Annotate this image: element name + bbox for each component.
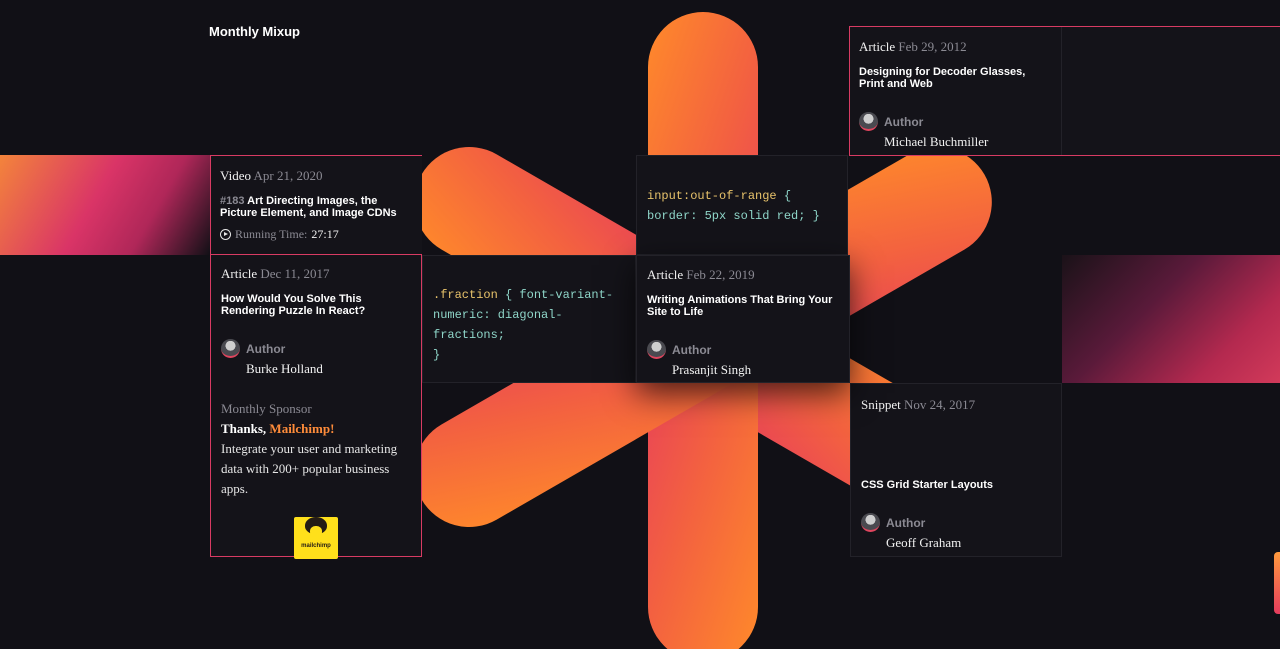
card-meta: Article Dec 11, 2017 — [221, 266, 411, 282]
code-brace-open: { — [776, 189, 792, 203]
code-snippet: input:out-of-range { border: 5px solid r… — [647, 186, 837, 226]
author-block: Author Geoff Graham — [861, 513, 1051, 551]
sponsor-brand-link[interactable]: Mailchimp! — [269, 421, 334, 436]
runtime-value: 27:17 — [311, 227, 339, 241]
card-date: Nov 24, 2017 — [903, 397, 976, 412]
author-label: Author — [884, 114, 924, 129]
card-type: Article — [221, 266, 258, 281]
card-type: Article — [647, 267, 684, 282]
sponsor-thanks-prefix: Thanks, — [221, 421, 270, 436]
code-brace-close: } — [805, 209, 820, 223]
sponsor-label: Monthly Sponsor — [221, 401, 312, 416]
article-card-animations[interactable]: Article Feb 22, 2019 Writing Animations … — [636, 255, 850, 383]
author-label: Author — [672, 342, 712, 357]
code-selector: .fraction — [433, 288, 498, 302]
article-title[interactable]: Writing Animations That Bring Your Site … — [647, 294, 839, 318]
runtime-label: Running Time: — [235, 227, 308, 241]
card-type: Article — [859, 39, 896, 54]
card-meta: Article Feb 29, 2012 — [859, 39, 1270, 55]
author-block: Author Michael Buchmiller — [859, 112, 1270, 150]
episode-number: #183 — [220, 195, 245, 207]
avatar — [221, 339, 240, 358]
video-thumbnail[interactable] — [0, 155, 210, 255]
snippet-card-grid[interactable]: Snippet Nov 24, 2017 CSS Grid Starter La… — [850, 383, 1062, 557]
code-declaration: border: 5px solid red; — [647, 209, 806, 223]
author-name[interactable]: Prasanjit Singh — [672, 362, 839, 378]
card-divider — [1061, 27, 1062, 155]
code-snippet: .fraction { font-variant-numeric: diagon… — [433, 285, 623, 365]
avatar — [861, 513, 880, 532]
section-title: Monthly Mixup — [209, 24, 300, 39]
sponsor-text: Integrate your user and marketing data w… — [221, 441, 398, 496]
author-block: Author Burke Holland — [221, 339, 411, 377]
code-card-range[interactable]: input:out-of-range { border: 5px solid r… — [636, 155, 848, 255]
code-brace-open: { — [497, 288, 520, 302]
card-date: Apr 21, 2020 — [253, 168, 323, 183]
sponsor-thanks: Thanks, Mailchimp! — [221, 419, 411, 439]
avatar — [859, 112, 878, 131]
author-name[interactable]: Michael Buchmiller — [884, 134, 1270, 150]
decorative-gradient-block — [1062, 255, 1280, 383]
mailchimp-freddie-icon — [305, 517, 327, 537]
card-type: Snippet — [861, 397, 901, 412]
sponsor-block: Monthly Sponsor Thanks, Mailchimp! Integ… — [221, 399, 411, 559]
card-date: Dec 11, 2017 — [260, 266, 330, 281]
author-name[interactable]: Burke Holland — [246, 361, 411, 377]
scroll-tab[interactable] — [1274, 552, 1280, 614]
card-meta: Snippet Nov 24, 2017 — [861, 397, 1051, 413]
card-meta: Video Apr 21, 2020 — [220, 168, 412, 184]
code-selector: input:out-of-range — [647, 189, 777, 203]
snippet-title[interactable]: CSS Grid Starter Layouts — [861, 479, 1051, 491]
card-date: Feb 29, 2012 — [898, 39, 967, 54]
article-title[interactable]: How Would You Solve This Rendering Puzzl… — [221, 293, 411, 317]
card-type: Video — [220, 168, 251, 183]
running-time: Running Time: 27:17 — [220, 227, 412, 242]
video-card[interactable]: Video Apr 21, 2020 #183 Art Directing Im… — [210, 155, 422, 255]
code-card-fraction[interactable]: .fraction { font-variant-numeric: diagon… — [422, 255, 636, 383]
author-block: Author Prasanjit Singh — [647, 340, 839, 378]
article-card-decoder[interactable]: Article Feb 29, 2012 Designing for Decod… — [849, 26, 1280, 156]
video-title[interactable]: #183 Art Directing Images, the Picture E… — [220, 195, 412, 219]
video-title-text: Art Directing Images, the Picture Elemen… — [220, 195, 397, 219]
card-meta: Article Feb 22, 2019 — [647, 267, 839, 283]
play-circle-icon — [220, 229, 231, 240]
card-date: Feb 22, 2019 — [686, 267, 755, 282]
author-label: Author — [246, 341, 286, 356]
article-card-puzzle[interactable]: Article Dec 11, 2017 How Would You Solve… — [210, 255, 422, 559]
author-label: Author — [886, 515, 926, 530]
mailchimp-logo[interactable]: mailchimp — [294, 517, 338, 559]
mailchimp-wordmark: mailchimp — [301, 543, 331, 549]
avatar — [647, 340, 666, 359]
article-title[interactable]: Designing for Decoder Glasses, Print and… — [859, 66, 1039, 90]
code-brace-close: } — [433, 348, 441, 362]
author-name[interactable]: Geoff Graham — [886, 535, 1051, 551]
